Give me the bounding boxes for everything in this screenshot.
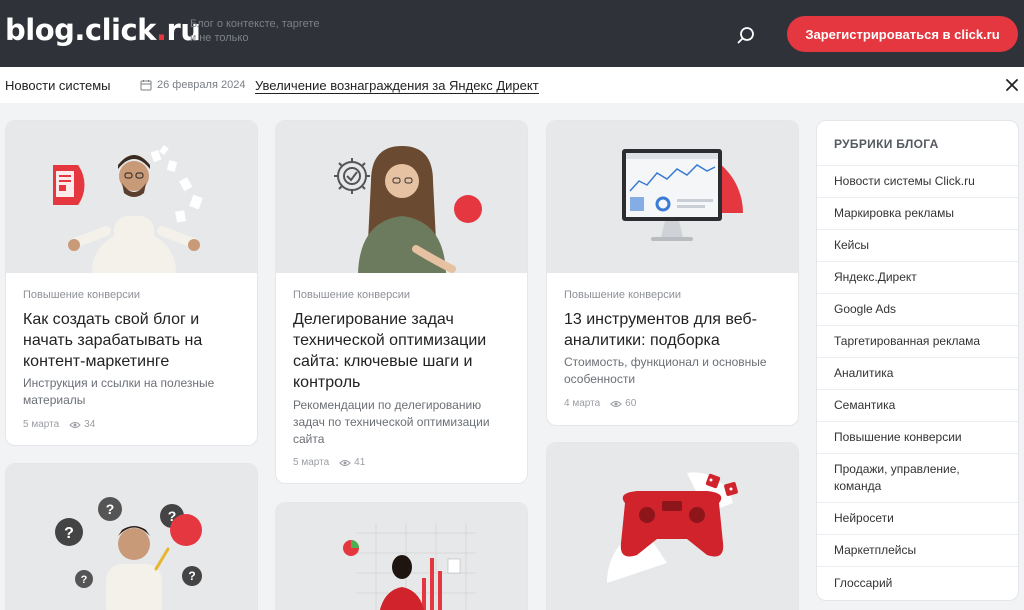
- article-category[interactable]: Повышение конверсии: [293, 289, 410, 301]
- article-date: 4 марта: [564, 398, 601, 409]
- article-date: 5 марта: [293, 457, 330, 468]
- article-image: [6, 121, 257, 273]
- sidebar-item-cases[interactable]: Кейсы: [817, 230, 1018, 262]
- sidebar-item-ad-marking[interactable]: Маркировка рекламы: [817, 198, 1018, 230]
- article-meta: 5 марта 41: [293, 457, 365, 468]
- eye-icon: [610, 400, 622, 407]
- article-title[interactable]: Делегирование задач технической оптимиза…: [293, 309, 513, 393]
- sidebar-item-marketplaces[interactable]: Маркетплейсы: [817, 535, 1018, 567]
- article-views: 34: [69, 419, 95, 430]
- svg-text:?: ?: [106, 501, 115, 517]
- site-tagline: Блог о контексте, таргете и не только: [190, 18, 320, 44]
- sidebar-item-google-ads[interactable]: Google Ads: [817, 294, 1018, 326]
- news-headline-link[interactable]: Увеличение вознаграждения за Яндекс Дире…: [255, 78, 539, 94]
- article-meta: 5 марта 34: [23, 419, 95, 430]
- blog-categories-sidebar: РУБРИКИ БЛОГА Новости системы Click.ru М…: [816, 120, 1019, 601]
- article-date: 5 марта: [23, 419, 60, 430]
- article-description: Рекомендации по делегированию задач по т…: [293, 398, 490, 446]
- article-card[interactable]: Повышение конверсии 13 инструментов для …: [546, 120, 799, 426]
- sidebar-item-neural-networks[interactable]: Нейросети: [817, 503, 1018, 535]
- eye-icon: [339, 459, 351, 466]
- article-category[interactable]: Повышение конверсии: [23, 289, 140, 301]
- sidebar-list: Новости системы Click.ru Маркировка рекл…: [817, 166, 1018, 599]
- news-bar: Новости системы 26 февраля 2024 Увеличен…: [0, 67, 1024, 103]
- news-date: 26 февраля 2024: [157, 79, 246, 91]
- sidebar-item-glossary[interactable]: Глоссарий: [817, 567, 1018, 599]
- article-card[interactable]: ? ? ? ? ?: [5, 463, 258, 610]
- register-button[interactable]: Зарегистрироваться в click.ru: [787, 16, 1018, 52]
- close-icon[interactable]: [1004, 77, 1020, 93]
- article-image: ? ? ? ? ?: [6, 464, 257, 610]
- search-button[interactable]: [733, 22, 759, 48]
- sidebar-item-yandex-direct[interactable]: Яндекс.Директ: [817, 262, 1018, 294]
- article-meta: 4 марта 60: [564, 398, 636, 409]
- logo-dot: .: [155, 13, 167, 47]
- sidebar-item-targeted-ads[interactable]: Таргетированная реклама: [817, 326, 1018, 358]
- article-title[interactable]: Как создать свой блог и начать зарабатыв…: [23, 309, 243, 372]
- article-description: Инструкция и ссылки на полезные материал…: [23, 376, 215, 407]
- article-views-count: 34: [84, 419, 96, 430]
- site-header: blog.click.ru Блог о контексте, таргете …: [0, 0, 1024, 67]
- sidebar-item-conversion[interactable]: Повышение конверсии: [817, 422, 1018, 454]
- article-views-count: 41: [354, 457, 366, 468]
- logo-main: blog.click: [5, 13, 156, 47]
- sidebar-title: РУБРИКИ БЛОГА: [834, 137, 939, 151]
- sidebar-item-sales-management[interactable]: Продажи, управление, команда: [817, 454, 1018, 503]
- site-logo[interactable]: blog.click.ru: [5, 13, 201, 47]
- eye-icon: [69, 421, 81, 428]
- svg-text:?: ?: [81, 574, 88, 586]
- sidebar-item-analytics[interactable]: Аналитика: [817, 358, 1018, 390]
- sidebar-item-semantics[interactable]: Семантика: [817, 390, 1018, 422]
- article-image: [276, 503, 527, 610]
- article-views: 41: [339, 457, 365, 468]
- article-title[interactable]: 13 инструментов для веб-аналитики: подбо…: [564, 309, 784, 351]
- calendar-icon: [140, 80, 152, 91]
- article-image: [547, 443, 798, 610]
- article-views: 60: [610, 398, 636, 409]
- article-views-count: 60: [625, 398, 637, 409]
- article-card[interactable]: [275, 502, 528, 610]
- sidebar-item-system-news[interactable]: Новости системы Click.ru: [817, 166, 1018, 198]
- article-image: [547, 121, 798, 273]
- search-icon: [737, 27, 754, 44]
- article-card[interactable]: Повышение конверсии Делегирование задач …: [275, 120, 528, 484]
- article-category[interactable]: Повышение конверсии: [564, 289, 681, 301]
- article-image: [276, 121, 527, 273]
- article-card[interactable]: [546, 442, 799, 610]
- news-bar-label: Новости системы: [5, 78, 111, 93]
- article-description: Стоимость, функционал и основные особенн…: [564, 355, 767, 386]
- svg-text:?: ?: [188, 569, 195, 583]
- article-card[interactable]: Повышение конверсии Как создать свой бло…: [5, 120, 258, 446]
- svg-text:?: ?: [64, 525, 74, 542]
